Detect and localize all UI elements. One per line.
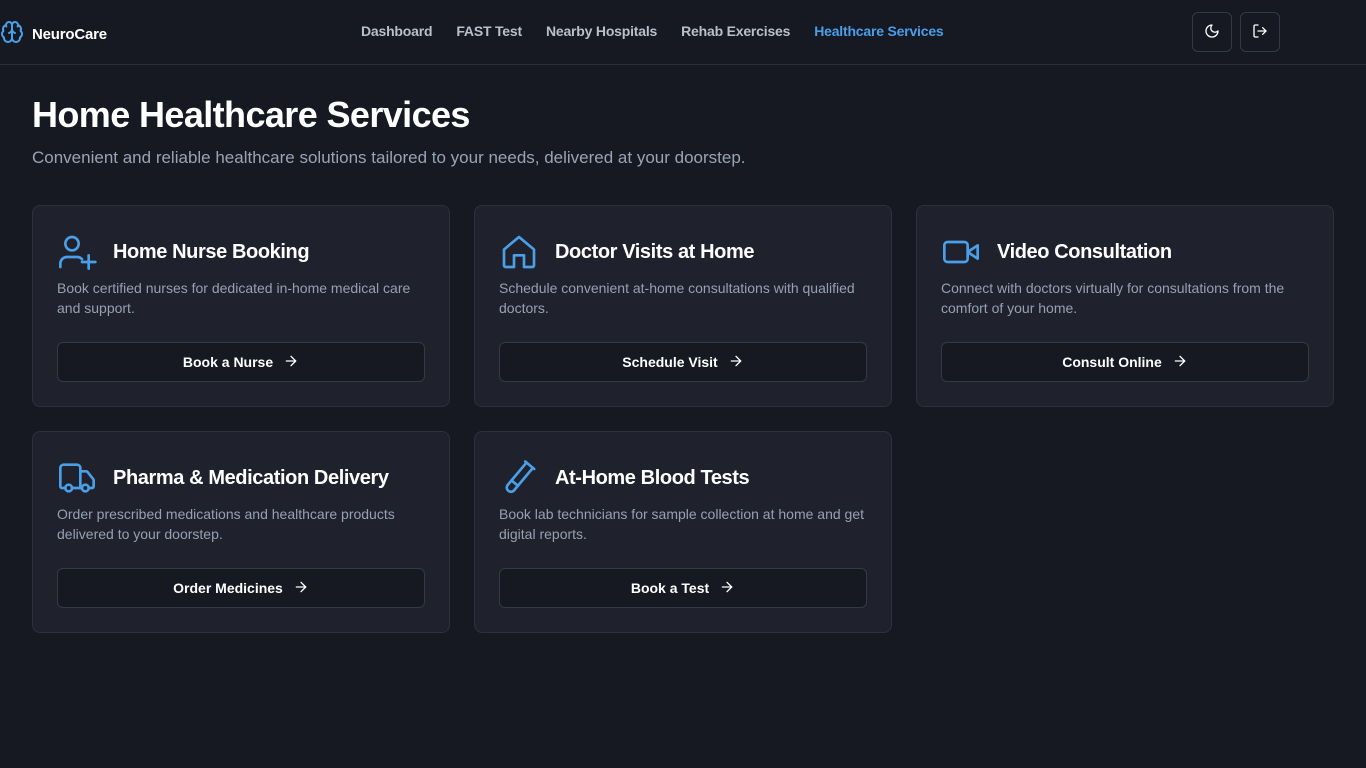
button-label: Order Medicines xyxy=(173,580,283,596)
order-medicines-button[interactable]: Order Medicines xyxy=(57,568,425,608)
service-card-home-nurse: Home Nurse Booking Book certified nurses… xyxy=(32,205,450,407)
consult-online-button[interactable]: Consult Online xyxy=(941,342,1309,382)
card-description: Schedule convenient at-home consultation… xyxy=(499,280,855,316)
card-description: Book certified nurses for dedicated in-h… xyxy=(57,280,411,316)
theme-toggle-button[interactable] xyxy=(1192,12,1232,52)
moon-icon xyxy=(1204,23,1220,42)
card-title: Video Consultation xyxy=(997,240,1172,263)
nav-healthcare-services[interactable]: Healthcare Services xyxy=(814,23,943,39)
card-header: Doctor Visits at Home xyxy=(499,232,754,272)
video-icon xyxy=(941,232,981,272)
top-navbar: NeuroCare Dashboard FAST Test Nearby Hos… xyxy=(0,0,1366,65)
truck-icon xyxy=(57,458,97,498)
service-card-video-consultation: Video Consultation Connect with doctors … xyxy=(916,205,1334,407)
card-title: Pharma & Medication Delivery xyxy=(113,466,389,489)
arrow-right-icon xyxy=(719,579,735,598)
card-title: Doctor Visits at Home xyxy=(555,240,755,263)
service-card-blood-tests: At-Home Blood Tests Book lab technicians… xyxy=(474,431,892,633)
page-subtitle: Convenient and reliable healthcare solut… xyxy=(32,148,746,167)
logout-icon xyxy=(1252,23,1268,42)
card-description: Book lab technicians for sample collecti… xyxy=(499,506,864,542)
button-label: Consult Online xyxy=(1062,354,1162,370)
arrow-right-icon xyxy=(293,579,309,598)
schedule-visit-button[interactable]: Schedule Visit xyxy=(499,342,867,382)
nav-rehab-exercises[interactable]: Rehab Exercises xyxy=(681,23,790,39)
arrow-right-icon xyxy=(728,353,744,372)
card-header: Pharma & Medication Delivery xyxy=(57,458,389,498)
button-label: Schedule Visit xyxy=(622,354,718,370)
page-title: Home Healthcare Services xyxy=(32,94,470,135)
brand[interactable]: NeuroCare xyxy=(0,20,107,49)
nav-dashboard[interactable]: Dashboard xyxy=(361,23,433,39)
arrow-right-icon xyxy=(283,353,299,372)
test-tube-icon xyxy=(499,458,539,498)
nav-fast-test[interactable]: FAST Test xyxy=(456,23,522,39)
card-description: Connect with doctors virtually for consu… xyxy=(941,280,1285,316)
user-plus-icon xyxy=(57,232,97,272)
card-header: Video Consultation xyxy=(941,232,1172,272)
arrow-right-icon xyxy=(1172,353,1188,372)
nav-nearby-hospitals[interactable]: Nearby Hospitals xyxy=(546,23,657,39)
card-title: At-Home Blood Tests xyxy=(555,466,750,489)
book-test-button[interactable]: Book a Test xyxy=(499,568,867,608)
service-card-doctor-visits: Doctor Visits at Home Schedule convenien… xyxy=(474,205,892,407)
logout-button[interactable] xyxy=(1240,12,1280,52)
home-icon xyxy=(499,232,539,272)
service-card-pharma-delivery: Pharma & Medication Delivery Order presc… xyxy=(32,431,450,633)
brain-icon xyxy=(0,20,24,49)
card-header: Home Nurse Booking xyxy=(57,232,310,272)
card-header: At-Home Blood Tests xyxy=(499,458,750,498)
card-description: Order prescribed medications and healthc… xyxy=(57,506,395,542)
app-name: NeuroCare xyxy=(32,26,107,43)
button-label: Book a Nurse xyxy=(182,354,274,370)
book-nurse-button[interactable]: Book a Nurse xyxy=(57,342,425,382)
button-label: Book a Test xyxy=(630,580,710,596)
main-nav: Dashboard FAST Test Nearby Hospitals Reh… xyxy=(361,23,944,39)
card-title: Home Nurse Booking xyxy=(113,240,310,263)
